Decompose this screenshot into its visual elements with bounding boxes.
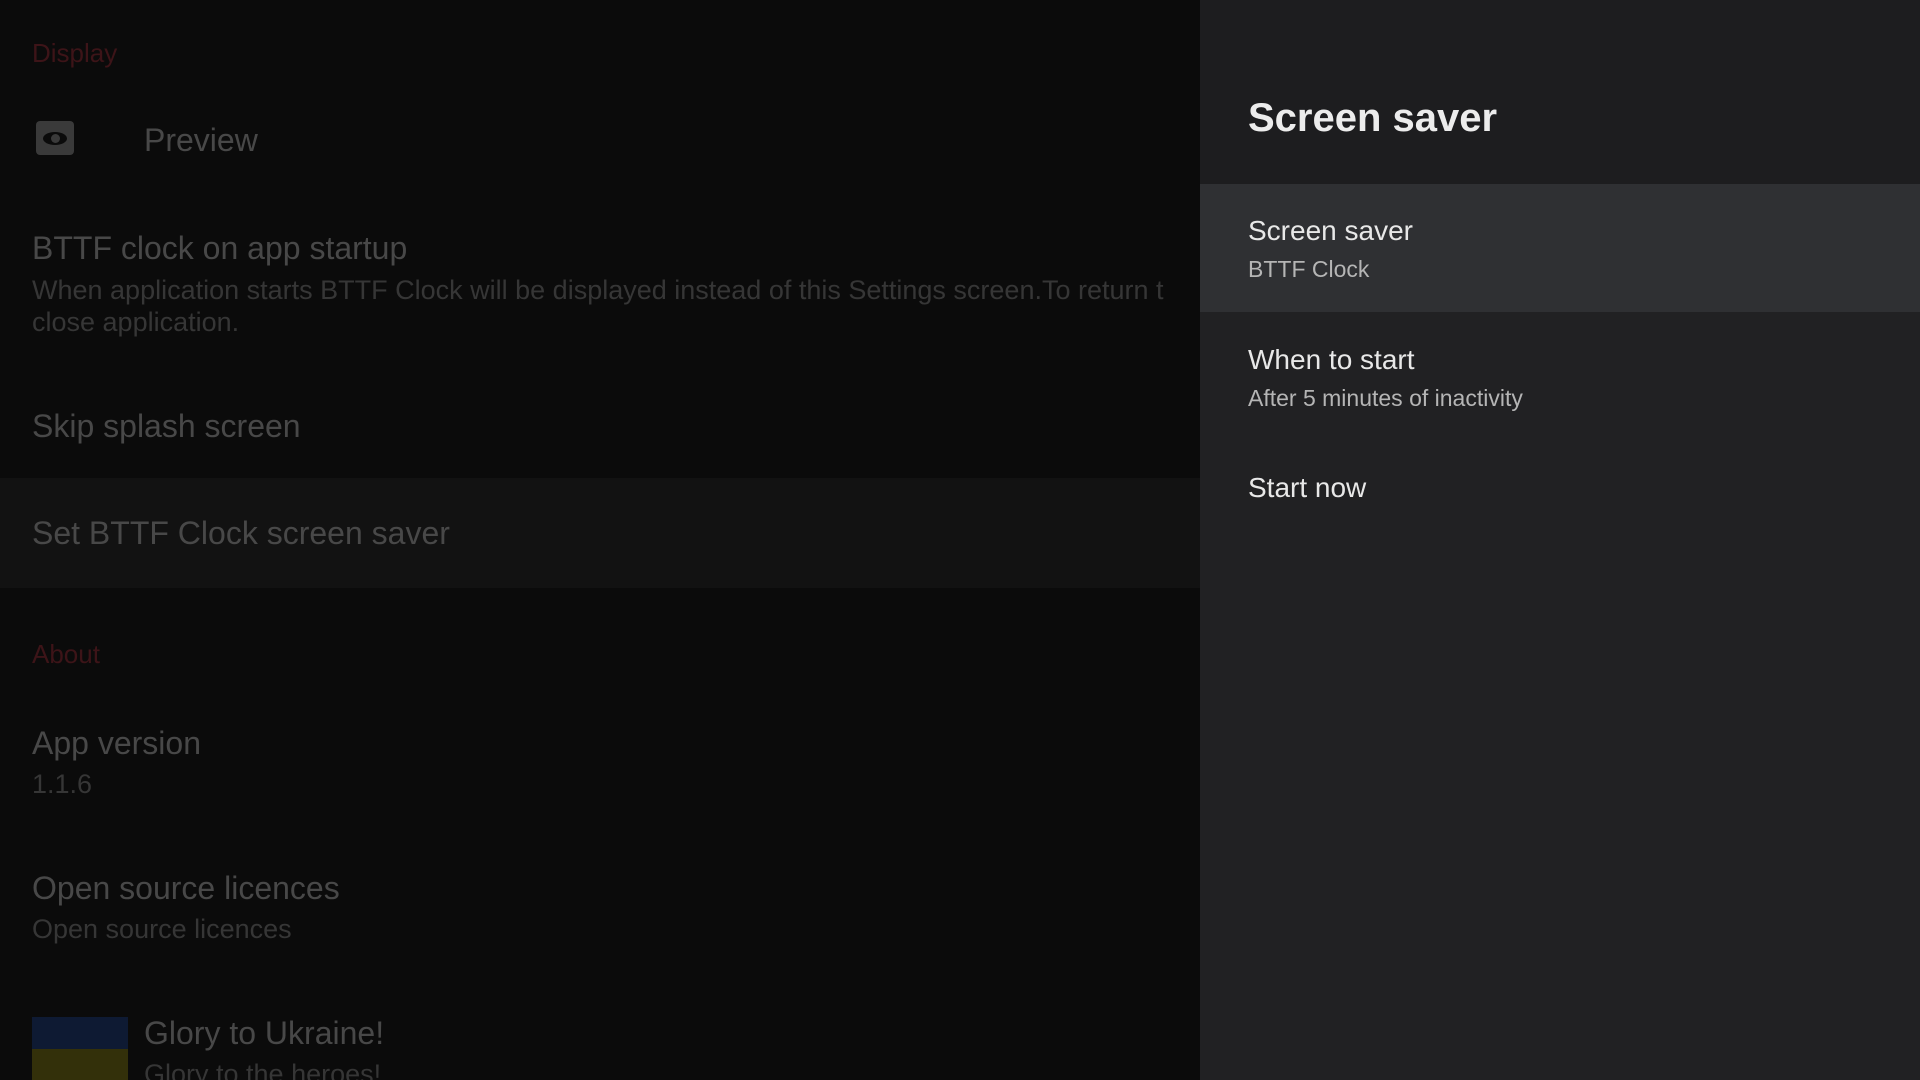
set-screensaver-title: Set BTTF Clock screen saver — [32, 515, 450, 551]
set-screensaver-item[interactable]: Set BTTF Clock screen saver — [0, 478, 1200, 588]
settings-background: Display Preview BTTF clock on app startu… — [0, 0, 1200, 1080]
ukraine-title: Glory to Ukraine! — [144, 1015, 385, 1051]
when-to-start-title: When to start — [1248, 344, 1415, 375]
bttf-startup-title: BTTF clock on app startup — [32, 230, 408, 266]
screensaver-option-summary: BTTF Clock — [1248, 256, 1370, 282]
category-about: About — [32, 639, 100, 669]
panel-title: Screen saver — [1248, 96, 1498, 140]
start-now-option[interactable]: Start now — [1200, 440, 1920, 568]
category-display: Display — [32, 38, 118, 68]
app-version-value: 1.1.6 — [32, 769, 93, 799]
screensaver-option[interactable]: Screen saver BTTF Clock — [1200, 184, 1920, 312]
skip-splash-title: Skip splash screen — [32, 408, 301, 444]
screen-root: Display Preview BTTF clock on app startu… — [0, 0, 1920, 1080]
eye-icon — [36, 121, 74, 155]
panel-header: Screen saver — [1200, 0, 1920, 184]
screensaver-option-title: Screen saver — [1248, 215, 1413, 246]
start-now-title: Start now — [1248, 472, 1367, 503]
licences-summary: Open source licences — [32, 914, 292, 944]
bttf-startup-summary-line1: When application starts BTTF Clock will … — [32, 275, 1164, 305]
bttf-startup-summary-line2: close application. — [32, 307, 240, 337]
when-to-start-option[interactable]: When to start After 5 minutes of inactiv… — [1200, 312, 1920, 440]
licences-title: Open source licences — [32, 870, 340, 906]
ukraine-summary: Glory to the heroes! — [144, 1059, 382, 1080]
when-to-start-summary: After 5 minutes of inactivity — [1248, 385, 1523, 411]
app-version-title: App version — [32, 725, 201, 761]
preview-label: Preview — [144, 122, 258, 158]
ukraine-flag-icon — [32, 1017, 128, 1080]
screensaver-panel: Screen saver Screen saver BTTF Clock Whe… — [1200, 0, 1920, 1080]
